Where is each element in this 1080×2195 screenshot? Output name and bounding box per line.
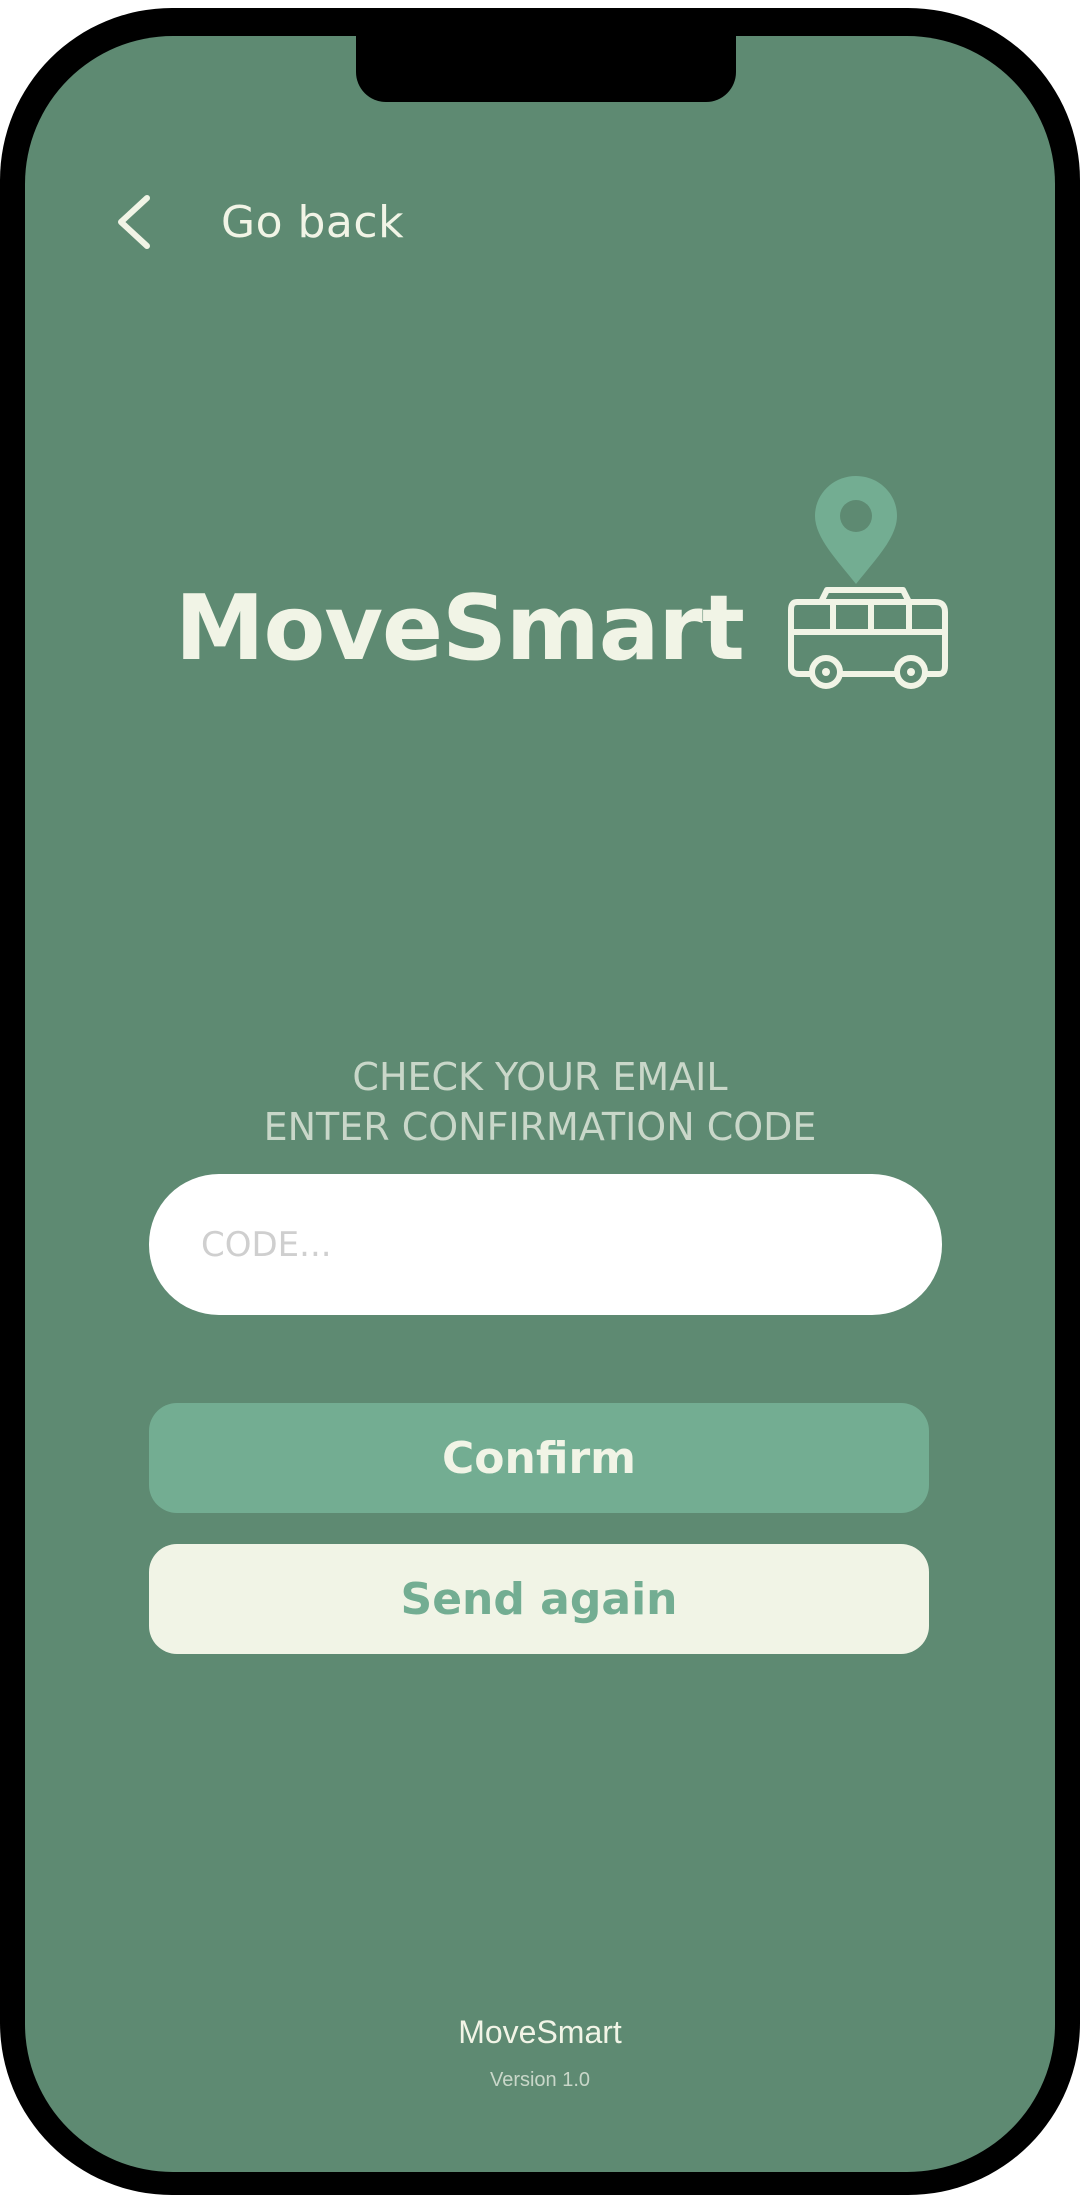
instructions-text: CHECK YOUR EMAIL ENTER CONFIRMATION CODE: [25, 1052, 1055, 1152]
logo-text: MoveSmart: [175, 576, 745, 681]
confirm-button[interactable]: Confirm: [149, 1403, 929, 1513]
confirmation-code-input[interactable]: [149, 1174, 942, 1315]
footer-app-name: MoveSmart: [458, 2014, 622, 2050]
app-screen: Go back MoveSmart CHECK YOUR EMAIL ENTER…: [25, 36, 1055, 2172]
chevron-left-icon: [113, 192, 163, 252]
instruction-line-enter-code: ENTER CONFIRMATION CODE: [263, 1105, 817, 1149]
phone-notch: [356, 36, 736, 102]
bus-with-location-pin-icon: [763, 466, 953, 706]
go-back-label: Go back: [221, 196, 405, 248]
send-again-button[interactable]: Send again: [149, 1544, 929, 1654]
app-logo: MoveSmart: [175, 466, 955, 706]
footer-version: Version 1.0: [489, 2069, 591, 2091]
go-back-button[interactable]: Go back: [113, 182, 404, 262]
instruction-line-check-email: CHECK YOUR EMAIL: [352, 1055, 728, 1099]
